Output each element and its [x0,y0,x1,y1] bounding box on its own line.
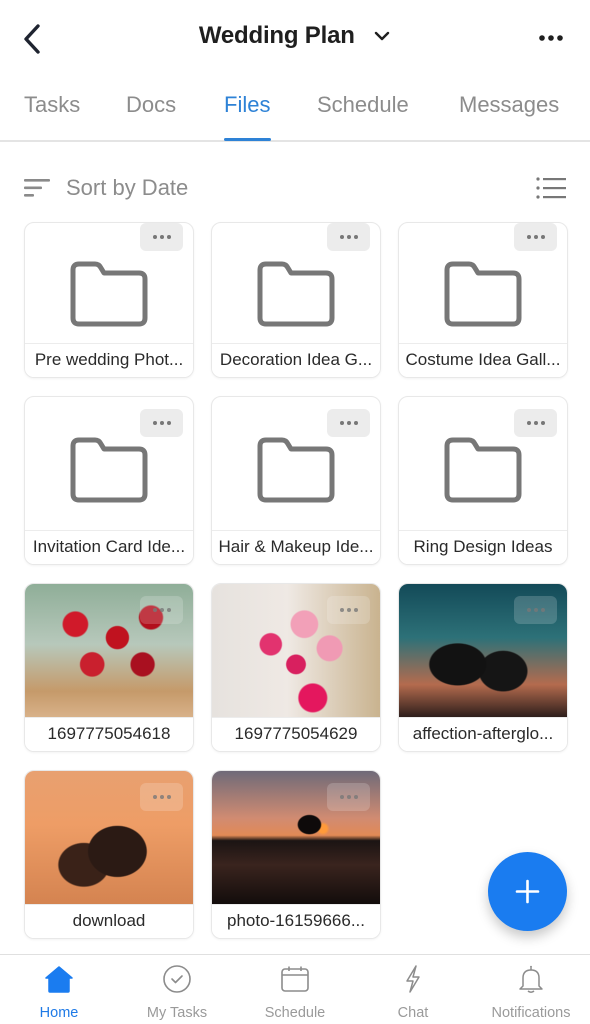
bottom-navigation: Home My Tasks Schedule Chat Notification… [0,954,590,1024]
folder-icon [444,437,522,503]
folder-card[interactable]: Decoration Idea G... [211,222,381,378]
plus-icon [515,879,540,904]
file-options-button[interactable] [514,596,557,624]
image-card[interactable]: affection-afterglo... [398,583,568,752]
top-app-bar: Wedding Plan [0,0,590,78]
chevron-down-icon [374,31,390,41]
file-options-button[interactable] [327,223,370,251]
file-name: photo-16159666... [212,904,380,938]
more-horizontal-icon [539,35,563,41]
file-name: 1697775054629 [212,717,380,751]
nav-home[interactable]: Home [0,955,118,1024]
file-name: Decoration Idea G... [212,343,380,377]
nav-notifications[interactable]: Notifications [472,955,590,1024]
nav-chat[interactable]: Chat [354,955,472,1024]
file-name: Costume Idea Gall... [399,343,567,377]
file-name: Ring Design Ideas [399,530,567,564]
file-options-button[interactable] [140,596,183,624]
image-card[interactable]: download [24,770,194,939]
tab-bar: Tasks Docs Files Schedule Messages [0,78,590,142]
image-card[interactable]: 1697775054629 [211,583,381,752]
file-options-button[interactable] [327,409,370,437]
tab-files[interactable]: Files [224,92,270,118]
folder-icon [70,437,148,503]
sort-icon [24,179,50,197]
folder-card[interactable]: Costume Idea Gall... [398,222,568,378]
folder-icon [257,261,335,327]
nav-label: Chat [397,1005,429,1021]
nav-label: Schedule [264,1005,326,1021]
tab-docs[interactable]: Docs [126,92,176,118]
more-options-button[interactable] [538,30,564,46]
file-name: affection-afterglo... [399,717,567,751]
tab-schedule[interactable]: Schedule [317,92,409,118]
nav-label: Notifications [491,1005,571,1021]
file-name: Invitation Card Ide... [25,530,193,564]
calendar-icon [281,966,309,992]
file-name: Pre wedding Phot... [25,343,193,377]
nav-schedule[interactable]: Schedule [236,955,354,1024]
file-options-button[interactable] [514,223,557,251]
check-circle-icon [163,965,191,993]
sort-toolbar: Sort by Date [0,160,590,216]
image-card[interactable]: 1697775054618 [24,583,194,752]
folder-icon [70,261,148,327]
tab-messages[interactable]: Messages [459,92,559,118]
file-options-button[interactable] [140,409,183,437]
folder-icon [257,437,335,503]
folder-card[interactable]: Ring Design Ideas [398,396,568,565]
folder-icon [444,261,522,327]
folder-card[interactable]: Invitation Card Ide... [24,396,194,565]
bell-icon [519,965,543,993]
sort-label: Sort by Date [66,175,189,200]
nav-label: My Tasks [146,1005,208,1021]
active-tab-indicator [224,138,271,141]
file-options-button[interactable] [327,596,370,624]
file-name: Hair & Makeup Ide... [212,530,380,564]
folder-card[interactable]: Hair & Makeup Ide... [211,396,381,565]
add-file-button[interactable] [488,852,567,931]
file-name: download [25,904,193,938]
file-options-button[interactable] [140,783,183,811]
nav-label: Home [39,1005,79,1021]
home-icon [45,966,73,993]
image-card[interactable]: photo-16159666... [211,770,381,939]
page-title: Wedding Plan [198,22,355,49]
nav-my-tasks[interactable]: My Tasks [118,955,236,1024]
folder-card[interactable]: Pre wedding Phot... [24,222,194,378]
tab-tasks[interactable]: Tasks [24,92,80,118]
list-view-icon[interactable] [536,177,566,199]
file-name: 1697775054618 [25,717,193,751]
file-options-button[interactable] [327,783,370,811]
project-title-selector[interactable]: Wedding Plan [0,22,590,50]
file-options-button[interactable] [140,223,183,251]
lightning-icon [406,965,420,993]
file-options-button[interactable] [514,409,557,437]
